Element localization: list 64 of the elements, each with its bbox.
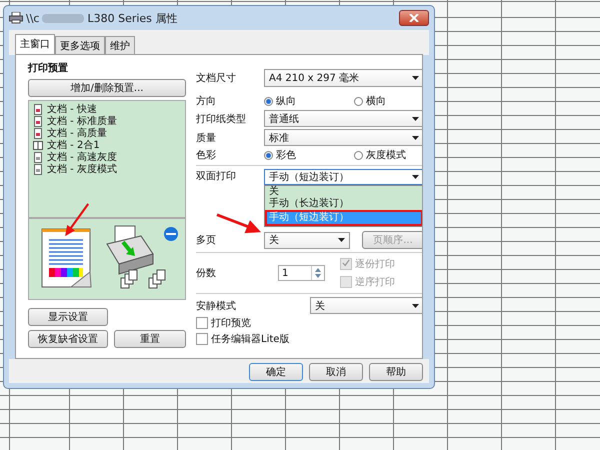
section-heading: 打印预置 (28, 62, 69, 75)
checkbox[interactable]: 任务编辑器Lite版 (196, 332, 422, 346)
preset-item[interactable]: 文档 - 2合1 (47, 138, 100, 152)
document-icon (33, 164, 43, 174)
preset-item[interactable]: 文档 - 快速 (47, 102, 97, 116)
radio-option[interactable]: 纵向 (264, 94, 334, 108)
annotation-arrow (215, 212, 263, 234)
field-label: 文档尺寸 (196, 72, 237, 85)
document-icon (33, 116, 43, 126)
add-remove-presets-button[interactable]: 增加/删除预置... (28, 79, 186, 97)
tab[interactable]: 维护 (105, 36, 135, 55)
two-pages-icon (33, 140, 43, 150)
field-label: 方向 (196, 94, 217, 108)
caret-icon (412, 116, 419, 120)
printer-icon (9, 12, 23, 24)
field-label: 质量 (196, 132, 217, 144)
multipage-dropdown[interactable]: 关 (264, 232, 350, 248)
checkbox[interactable]: 打印预览 (196, 316, 422, 330)
dialog-button[interactable]: 取消 (309, 363, 363, 381)
document-icon (33, 104, 43, 114)
field-label: 色彩 (196, 149, 217, 162)
caret-icon (412, 304, 419, 308)
field-label: 安静模式 (196, 300, 237, 312)
field-label: 打印纸类型 (196, 112, 247, 126)
close-icon (409, 14, 419, 22)
annotation-arrow (63, 202, 91, 238)
paper-type-dropdown[interactable]: 普通纸 (264, 110, 422, 127)
spinner-icon (311, 266, 324, 280)
restore-defaults-button[interactable]: 恢复缺省设置 (28, 330, 108, 348)
duplex-dropdown[interactable]: 手动（短边装订） (264, 169, 422, 185)
dropdown-option[interactable]: 关 (265, 186, 363, 198)
preset-item[interactable]: 文档 - 高速灰度 (47, 150, 117, 164)
quality-dropdown[interactable]: 标准 (264, 129, 422, 146)
field-label: 双面打印 (196, 170, 237, 183)
checkmark-icon (342, 259, 350, 267)
window-title: L380 Series 属性 (87, 10, 178, 26)
radio-option[interactable]: 灰度模式 (354, 148, 422, 162)
tab[interactable]: 主窗口 (15, 34, 55, 55)
document-size-dropdown[interactable]: A4 210 x 297 毫米 (264, 69, 422, 87)
radio-option[interactable]: 横向 (354, 94, 422, 108)
close-button[interactable] (399, 10, 429, 26)
copies-field[interactable]: 1 (278, 265, 325, 281)
radio-option[interactable]: 彩色 (264, 148, 334, 162)
dialog-button[interactable]: 确定 (249, 363, 303, 381)
document-icon (33, 128, 43, 138)
blurred-region (42, 14, 84, 22)
page-preview-drawing (41, 228, 93, 290)
caret-icon (412, 175, 419, 179)
reset-button[interactable]: 重置 (114, 330, 186, 348)
caret-icon (412, 136, 419, 140)
show-settings-button[interactable]: 显示设置 (28, 308, 108, 326)
preset-item[interactable]: 文档 - 高质量 (47, 126, 107, 140)
tab[interactable]: 更多选项 (55, 36, 105, 55)
dialog-button[interactable]: 帮助 (369, 363, 423, 381)
preset-item[interactable]: 文档 - 灰度模式 (47, 162, 117, 176)
window-title-prefix: \\c (26, 12, 40, 24)
document-icon (33, 152, 43, 162)
quiet-mode-dropdown[interactable]: 关 (310, 297, 422, 314)
caret-icon (338, 238, 345, 242)
field-label: 份数 (196, 267, 217, 280)
caret-icon (412, 76, 419, 80)
dropdown-option[interactable]: 手动（长边装订） (265, 198, 363, 210)
field-label: 多页 (196, 234, 217, 247)
preset-item[interactable]: 文档 - 标准质量 (47, 114, 117, 128)
